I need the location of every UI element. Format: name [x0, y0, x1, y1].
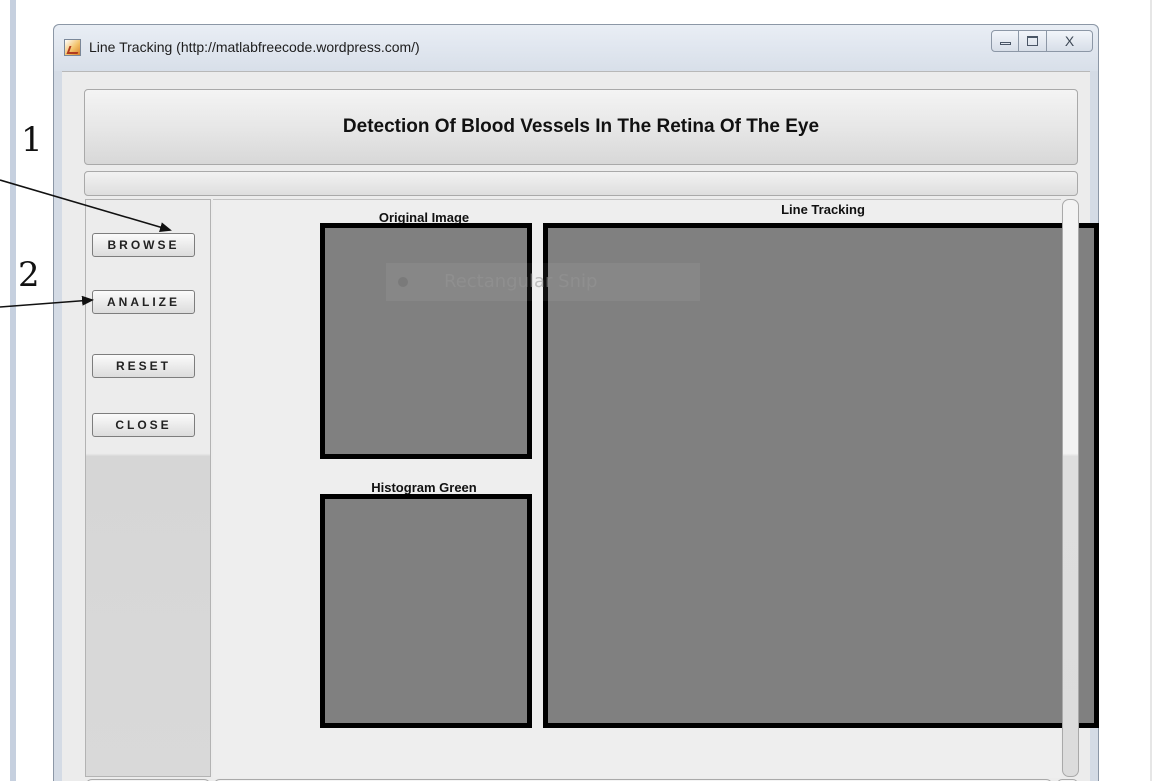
screenshot-stage: Line Tracking (http://matlabfreecode.wor… [0, 0, 1153, 781]
window-client-area: Detection Of Blood Vessels In The Retina… [62, 71, 1099, 781]
maximize-icon[interactable] [1019, 30, 1047, 52]
status-strip [84, 171, 1078, 196]
window-title: Line Tracking (http://matlabfreecode.wor… [89, 39, 420, 55]
app-window: Line Tracking (http://matlabfreecode.wor… [53, 24, 1099, 781]
window-titlebar[interactable]: Line Tracking (http://matlabfreecode.wor… [54, 25, 1098, 71]
snip-tooltip-overlay: Rectangular Snip [386, 263, 700, 301]
histogram-green-label: Histogram Green [371, 480, 477, 495]
java-app-icon [64, 39, 81, 56]
annotation-number-1: 1 [21, 120, 43, 160]
snip-mode-icon [398, 277, 408, 287]
desktop-left-edge [10, 0, 16, 781]
reset-button[interactable]: RESET [92, 354, 195, 378]
desktop-right-edge [1150, 0, 1152, 781]
close-window-button[interactable]: X [1047, 30, 1093, 52]
header-panel: Detection Of Blood Vessels In The Retina… [84, 89, 1078, 165]
annotation-number-2: 2 [18, 255, 40, 295]
line-tracking-label: Line Tracking [781, 202, 865, 217]
close-icon: X [1064, 33, 1075, 49]
analize-button[interactable]: ANALIZE [92, 290, 195, 314]
histogram-green-axes [320, 494, 532, 728]
vertical-scrollbar[interactable] [1062, 199, 1079, 777]
minimize-icon[interactable] [991, 30, 1019, 52]
page-title: Detection Of Blood Vessels In The Retina… [342, 116, 820, 137]
browse-button[interactable]: BROWSE [92, 233, 195, 257]
button-panel: BROWSE ANALIZE RESET CLOSE [85, 199, 211, 777]
close-button[interactable]: CLOSE [92, 413, 195, 437]
original-image-axes [320, 223, 532, 459]
snip-mode-label: Rectangular Snip [444, 271, 598, 292]
window-controls: X [991, 30, 1093, 54]
